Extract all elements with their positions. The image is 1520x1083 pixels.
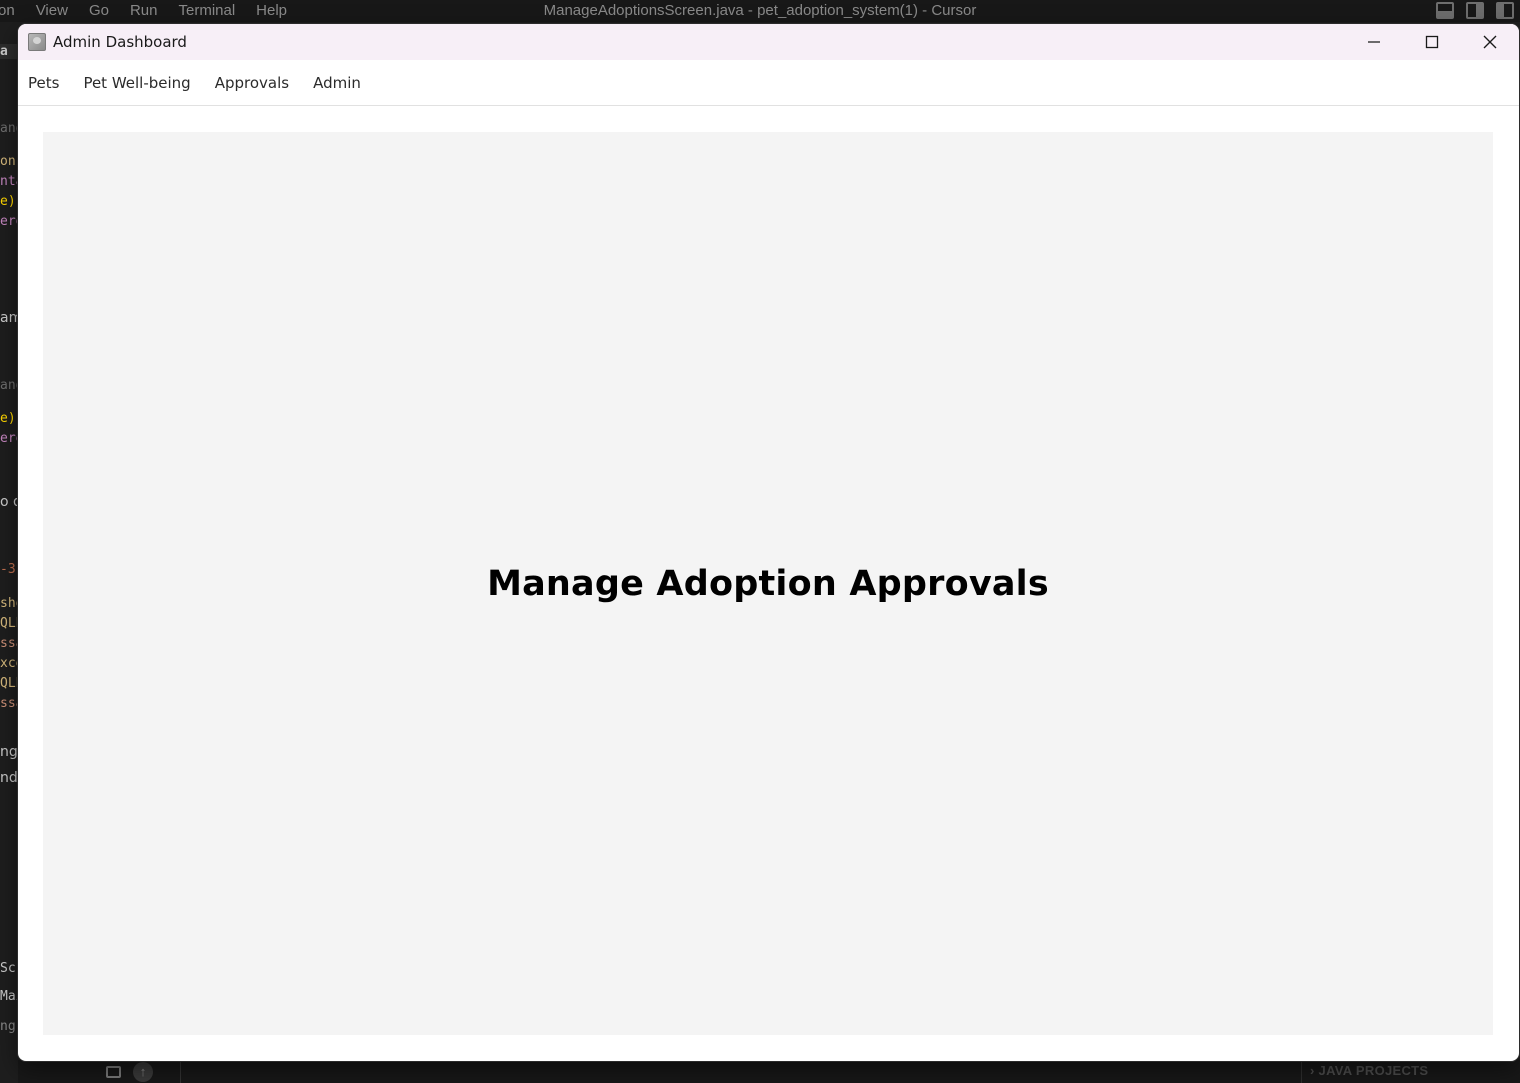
code-fragment: ang (0, 378, 18, 393)
menu-admin[interactable]: Admin (301, 60, 373, 106)
java-projects-label: JAVA PROJECTS (1318, 1063, 1429, 1078)
code-fragment: ssa (0, 636, 18, 651)
java-projects-panel-header[interactable]: › JAVA PROJECTS (1310, 1063, 1428, 1078)
ide-menu-help[interactable]: Help (256, 0, 287, 22)
code-fragment: ng (0, 1019, 16, 1034)
java-app-icon (28, 33, 46, 51)
ide-bottom-bar: ↑ › JAVA PROJECTS (18, 1060, 1520, 1083)
ide-menu-item[interactable]: on (0, 0, 15, 22)
code-fragment: e) (0, 194, 16, 209)
code-fragment: Scre (0, 961, 18, 976)
code-fragment: ang (0, 121, 18, 136)
close-icon (1483, 35, 1497, 49)
ide-menu-run[interactable]: Run (130, 0, 158, 22)
divider (1301, 1060, 1302, 1083)
code-fragment: ero (0, 214, 18, 229)
ide-menubar: on View Go Run Terminal Help (0, 0, 1520, 22)
page-heading: Manage Adoption Approvals (487, 563, 1049, 604)
toggle-panel-icon[interactable] (1436, 2, 1454, 19)
minimize-icon (1368, 41, 1380, 43)
code-fragment: nta (0, 174, 18, 189)
menu-approvals[interactable]: Approvals (203, 60, 301, 106)
ide-menu-view[interactable]: View (36, 0, 68, 22)
code-fragment: xce (0, 656, 18, 671)
image-icon[interactable] (106, 1066, 121, 1078)
code-fragment: e) (0, 411, 16, 426)
code-fragment: nd (0, 770, 18, 786)
code-fragment: Main (0, 989, 18, 1004)
code-fragment: sho (0, 596, 18, 611)
ide-layout-controls (1436, 2, 1514, 19)
ide-menu-go[interactable]: Go (89, 0, 109, 22)
code-fragment: QLE (0, 676, 18, 691)
code-fragment: ngl (0, 744, 18, 760)
menu-pets[interactable]: Pets (18, 60, 71, 106)
code-fragment: ero (0, 431, 18, 446)
send-arrow-icon[interactable]: ↑ (133, 1062, 153, 1082)
divider (180, 1060, 181, 1083)
code-fragment: ssa (0, 696, 18, 711)
window-titlebar[interactable]: Admin Dashboard (18, 24, 1519, 60)
content-panel: Manage Adoption Approvals (43, 132, 1493, 1035)
code-fragment: -3 (0, 562, 16, 577)
toggle-primary-sidebar-icon[interactable] (1496, 2, 1514, 19)
ide-menu-terminal[interactable]: Terminal (178, 0, 235, 22)
code-fragment: QLE (0, 616, 18, 631)
toggle-secondary-sidebar-icon[interactable] (1466, 2, 1484, 19)
close-button[interactable] (1461, 24, 1519, 60)
code-fragment: o d (0, 494, 18, 510)
app-menubar: Pets Pet Well-being Approvals Admin (18, 60, 1519, 106)
window-controls (1345, 24, 1519, 60)
menu-pet-well-being[interactable]: Pet Well-being (71, 60, 202, 106)
maximize-button[interactable] (1403, 24, 1461, 60)
window-title: Admin Dashboard (53, 33, 187, 51)
code-fragment: a (0, 44, 18, 59)
maximize-icon (1425, 35, 1439, 49)
admin-dashboard-window: Admin Dashboard Pets Pet Well-being Appr… (18, 24, 1519, 1061)
ide-code-edge: a ang on nta e) ero ame ang e) ero o d -3 sho QLE ssa x… (0, 40, 18, 1080)
minimize-button[interactable] (1345, 24, 1403, 60)
code-fragment: ame (0, 310, 18, 326)
code-fragment: on (0, 154, 16, 169)
